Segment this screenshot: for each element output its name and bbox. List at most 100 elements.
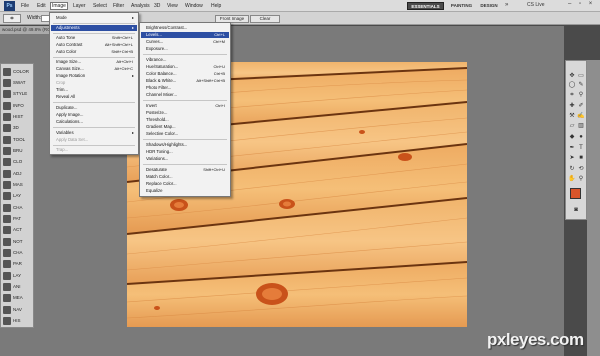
panel-paragraph[interactable]: PAR [3, 259, 33, 269]
panel-tool-presets[interactable]: TOOL [3, 135, 33, 145]
gradient-tool-icon[interactable]: ▥ [577, 123, 585, 130]
3d-camera-tool-icon[interactable]: ⟲ [577, 166, 585, 173]
blur-tool-icon[interactable]: ◆ [568, 134, 576, 141]
menu-item-variables[interactable]: Variables ▸ [51, 130, 137, 136]
menu-analysis[interactable]: Analysis [130, 2, 151, 10]
panel-notes[interactable]: NOT [3, 237, 33, 247]
crop-tool-preset-icon[interactable]: ⌗ [3, 14, 21, 23]
panel-navigator[interactable]: NAV [3, 305, 33, 315]
cs-live-button[interactable]: CS Live [527, 2, 545, 8]
menu-item-reveal-all[interactable]: Reveal All [51, 94, 137, 100]
panel-brush[interactable]: BRU [3, 146, 33, 156]
hand-tool-icon[interactable]: ✋ [568, 176, 576, 183]
panel-masks[interactable]: MAS [3, 180, 33, 190]
move-tool-icon[interactable]: ✥ [568, 73, 576, 80]
menu-file[interactable]: File [20, 2, 30, 10]
panel-adjustments[interactable]: ADJ [3, 169, 33, 179]
menu-item-posterize[interactable]: Posterize... [141, 110, 229, 116]
menu-item-black-white[interactable]: Black & White... Alt+Shift+Ctrl+B [141, 78, 229, 84]
menu-item-trim[interactable]: Trim... [51, 87, 137, 93]
menu-item-curves[interactable]: Curves... Ctrl+M [141, 39, 229, 45]
menu-item-gradient-map[interactable]: Gradient Map... [141, 124, 229, 130]
crop-tool-icon[interactable]: ⌗ [568, 92, 576, 99]
menu-edit[interactable]: Edit [36, 2, 47, 10]
menu-item-invert[interactable]: Invert Ctrl+I [141, 103, 229, 109]
3d-rotate-tool-icon[interactable]: ↻ [568, 166, 576, 173]
panel-3d[interactable]: 3D [3, 123, 33, 133]
panel-channels[interactable]: CHA [3, 203, 33, 213]
menu-item-auto-color[interactable]: Auto Color Shift+Ctrl+B [51, 49, 137, 55]
panel-color[interactable]: COLOR [3, 67, 33, 77]
quick-mask-icon[interactable]: ◙ [572, 207, 580, 214]
menu-item-duplicate[interactable]: Duplicate... [51, 105, 137, 111]
panel-styles[interactable]: STYLE [3, 89, 33, 99]
marquee-tool-icon[interactable]: ▭ [577, 73, 585, 80]
menu-item-mode[interactable]: Mode ▸ [51, 15, 137, 21]
workspace-design-button[interactable]: DESIGN [477, 2, 501, 10]
menu-item-levels[interactable]: Levels... Ctrl+L [141, 32, 229, 38]
panel-info[interactable]: INFO [3, 101, 33, 111]
pen-tool-icon[interactable]: ✒ [568, 145, 576, 152]
window-controls[interactable]: – ▫ × [568, 1, 595, 7]
quick-select-tool-icon[interactable]: ✎ [577, 82, 585, 89]
clone-stamp-tool-icon[interactable]: ⚒ [568, 113, 576, 120]
type-tool-icon[interactable]: T [577, 145, 585, 152]
menu-window[interactable]: Window [184, 2, 204, 10]
menu-item-selective-color[interactable]: Selective Color... [141, 131, 229, 137]
menu-item-calculations[interactable]: Calculations... [51, 119, 137, 125]
panel-measurement-log[interactable]: MEA [3, 293, 33, 303]
panel-histogram[interactable]: HIST [3, 112, 33, 122]
zoom-tool-icon[interactable]: ⚲ [577, 176, 585, 183]
menu-item-auto-contrast[interactable]: Auto Contrast Alt+Shift+Ctrl+L [51, 42, 137, 48]
menu-item-match-color[interactable]: Match Color... [141, 174, 229, 180]
eraser-tool-icon[interactable]: ▱ [568, 123, 576, 130]
menu-item-photo-filter[interactable]: Photo Filter... [141, 85, 229, 91]
menu-filter[interactable]: Filter [112, 2, 125, 10]
menu-item-variations[interactable]: Variations... [141, 156, 229, 162]
panel-swatches[interactable]: SWAT [3, 78, 33, 88]
menu-item-shadows-highlights[interactable]: Shadows/Highlights... [141, 142, 229, 148]
clear-button[interactable]: Clear [250, 15, 280, 23]
menu-3d[interactable]: 3D [153, 2, 161, 10]
menu-item-desaturate[interactable]: Desaturate Shift+Ctrl+U [141, 167, 229, 173]
more-workspaces-icon[interactable]: » [505, 2, 508, 8]
history-brush-tool-icon[interactable]: ✍ [577, 113, 585, 120]
panel-layers[interactable]: LAY [3, 191, 33, 201]
menu-item-image-size[interactable]: Image Size... Alt+Ctrl+I [51, 59, 137, 65]
dodge-tool-icon[interactable]: ● [577, 134, 585, 141]
menu-item-hdr-toning[interactable]: HDR Toning... [141, 149, 229, 155]
panel-history[interactable]: HIS [3, 316, 33, 326]
menu-item-auto-tone[interactable]: Auto Tone Shift+Ctrl+L [51, 35, 137, 41]
workspace-essentials-button[interactable]: ESSENTIALS [407, 2, 444, 10]
panel-clone-source[interactable]: CLO [3, 157, 33, 167]
brush-tool-icon[interactable]: ✐ [577, 103, 585, 110]
eyedropper-tool-icon[interactable]: ⚲ [577, 92, 585, 99]
menu-item-vibrance[interactable]: Vibrance... [141, 57, 229, 63]
menu-view[interactable]: View [166, 2, 179, 10]
foreground-color-swatch[interactable] [570, 188, 581, 199]
menu-item-threshold[interactable]: Threshold... [141, 117, 229, 123]
shape-tool-icon[interactable]: ■ [577, 155, 585, 162]
menu-item-adjustments[interactable]: Adjustments ▸ [51, 25, 137, 31]
menu-item-replace-color[interactable]: Replace Color... [141, 181, 229, 187]
menu-item-canvas-size[interactable]: Canvas Size... Alt+Ctrl+C [51, 66, 137, 72]
menu-item-color-balance[interactable]: Color Balance... Ctrl+B [141, 71, 229, 77]
menu-item-brightness-contrast[interactable]: Brightness/Contrast... [141, 25, 229, 31]
menu-help[interactable]: Help [210, 2, 222, 10]
menu-layer[interactable]: Layer [72, 2, 87, 10]
menu-item-exposure[interactable]: Exposure... [141, 46, 229, 52]
menu-item-channel-mixer[interactable]: Channel Mixer... [141, 92, 229, 98]
panel-layer-comps[interactable]: LAY [3, 271, 33, 281]
menu-item-equalize[interactable]: Equalize [141, 188, 229, 194]
menu-item-hue-saturation[interactable]: Hue/Saturation... Ctrl+U [141, 64, 229, 70]
menu-select[interactable]: Select [92, 2, 108, 10]
menu-image[interactable]: Image [50, 2, 68, 10]
panel-paths[interactable]: PAT [3, 214, 33, 224]
lasso-tool-icon[interactable]: ◯ [568, 82, 576, 89]
panel-character[interactable]: CHA [3, 248, 33, 258]
panel-animation[interactable]: ANI [3, 282, 33, 292]
menu-item-apply-image[interactable]: Apply Image... [51, 112, 137, 118]
menu-item-image-rotation[interactable]: Image Rotation ▸ [51, 73, 137, 79]
healing-brush-tool-icon[interactable]: ✚ [568, 103, 576, 110]
path-select-tool-icon[interactable]: ➤ [568, 155, 576, 162]
